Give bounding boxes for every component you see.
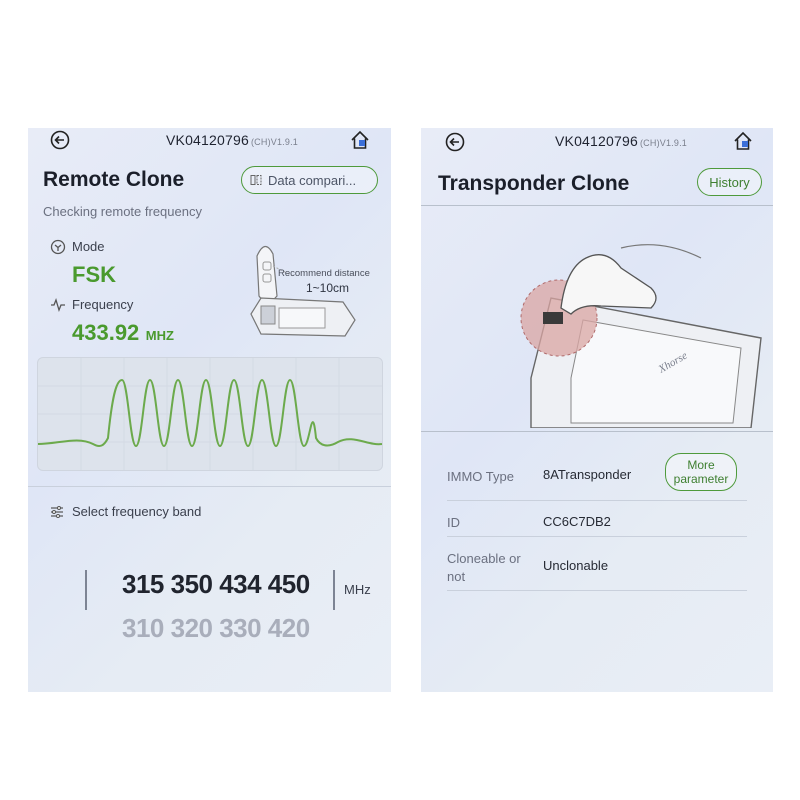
data-compare-button[interactable]: Data compari... (241, 166, 378, 194)
mode-label: Mode (72, 239, 105, 254)
sliders-icon (50, 505, 64, 519)
frequency-readout: 433.92 MHZ (72, 320, 174, 346)
recommend-distance-value: 1~10cm (306, 281, 350, 295)
remote-clone-screen: VK04120796 (CH)V1.9.1 Remote Clone Data c… (28, 128, 391, 692)
id-value: CC6C7DB2 (543, 514, 611, 529)
history-button[interactable]: History (697, 168, 762, 196)
frequency-unit: MHZ (145, 328, 174, 343)
waveform-panel (37, 357, 383, 471)
band-unit: MHz (344, 582, 371, 597)
frequency-value: 433.92 (72, 320, 140, 345)
status-text: Checking remote frequency (43, 204, 202, 219)
home-icon[interactable] (350, 130, 370, 150)
mode-value: FSK (72, 262, 116, 287)
cloneable-value: Unclonable (543, 558, 609, 573)
device-title: VK04120796 (CH)V1.9.1 (555, 133, 687, 149)
immo-type-label: IMMO Type (447, 469, 514, 484)
transponder-clone-screen: VK04120796 (CH)V1.9.1 Transponder Clone H… (421, 128, 773, 692)
home-icon[interactable] (733, 131, 753, 151)
recommend-distance-label: Recommend distance (278, 268, 370, 279)
frequency-icon (50, 297, 66, 313)
band-option-other[interactable]: 310 320 330 420 (122, 613, 310, 644)
band-option-selected[interactable]: 315 350 434 450 (122, 569, 310, 600)
immo-type-value: 8ATransponder (543, 467, 632, 482)
compare-icon (250, 174, 262, 186)
id-label: ID (447, 515, 460, 530)
cloneable-label: Cloneable or not (447, 551, 521, 584)
device-title: VK04120796 (CH)V1.9.1 (166, 132, 298, 148)
frequency-label: Frequency (72, 297, 134, 312)
back-arrow-icon[interactable] (50, 130, 70, 150)
mode-icon (50, 239, 66, 255)
transponder-illustration: Xhorse (511, 228, 773, 429)
back-arrow-icon[interactable] (445, 132, 465, 152)
picker-divider-left (85, 570, 87, 610)
select-band-label: Select frequency band (72, 504, 202, 519)
page-title: Remote Clone (43, 168, 185, 191)
more-parameter-button[interactable]: More parameter (665, 453, 737, 491)
picker-divider-right (333, 570, 335, 610)
page-title: Transponder Clone (438, 172, 630, 195)
waveform-graph (37, 358, 383, 470)
